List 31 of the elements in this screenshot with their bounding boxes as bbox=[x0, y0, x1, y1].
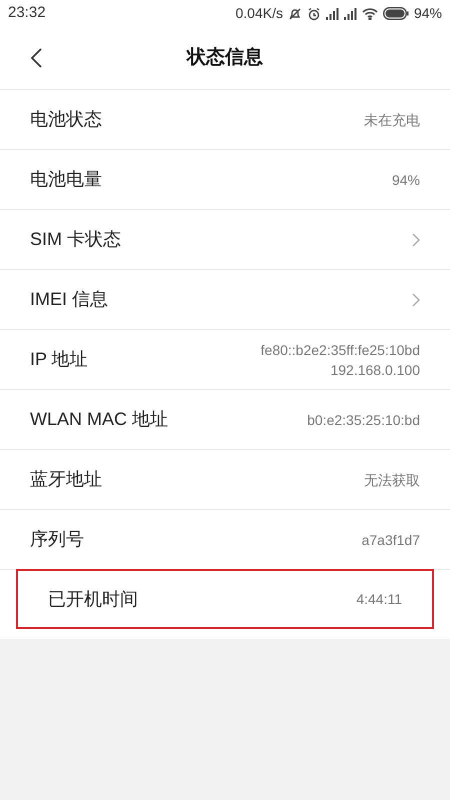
page-title: 状态信息 bbox=[187, 46, 263, 70]
signal-icon bbox=[344, 8, 357, 20]
row-label: 电池电量 bbox=[30, 168, 102, 191]
row-value: 4:44:11 bbox=[356, 590, 402, 609]
back-icon bbox=[30, 48, 42, 68]
battery-percent: 94% bbox=[414, 4, 442, 23]
row-value: 94% bbox=[392, 170, 420, 190]
row-label: 电池状态 bbox=[30, 108, 102, 131]
network-speed: 0.04K/s bbox=[235, 4, 283, 23]
clock-text: 23:32 bbox=[8, 3, 46, 24]
row-value: 未在充电 bbox=[364, 110, 420, 130]
row-value: 无法获取 bbox=[364, 470, 420, 490]
row-value: a7a3f1d7 bbox=[362, 530, 420, 550]
chevron-right-icon bbox=[412, 232, 420, 246]
row-value: 192.168.0.100 bbox=[330, 360, 420, 380]
row-label: 已开机时间 bbox=[48, 588, 138, 610]
row-label: 序列号 bbox=[30, 528, 84, 551]
wifi-icon bbox=[362, 8, 378, 20]
alarm-clock-icon bbox=[306, 6, 321, 20]
row-label: IP 地址 bbox=[30, 348, 88, 371]
chevron-right-icon bbox=[412, 292, 420, 306]
row-label: IMEI 信息 bbox=[30, 288, 108, 311]
row-label: 蓝牙地址 bbox=[30, 468, 102, 491]
signal-icon bbox=[326, 8, 339, 20]
back-button[interactable] bbox=[28, 47, 44, 69]
row-value: b0:e2:35:25:10:bd bbox=[307, 410, 420, 430]
row-label: WLAN MAC 地址 bbox=[30, 408, 168, 431]
alarm-off-icon bbox=[288, 6, 302, 20]
row-label: SIM 卡状态 bbox=[30, 228, 122, 251]
row-value: fe80::b2e2:35ff:fe25:10bd bbox=[260, 340, 420, 360]
battery-icon bbox=[382, 7, 409, 20]
